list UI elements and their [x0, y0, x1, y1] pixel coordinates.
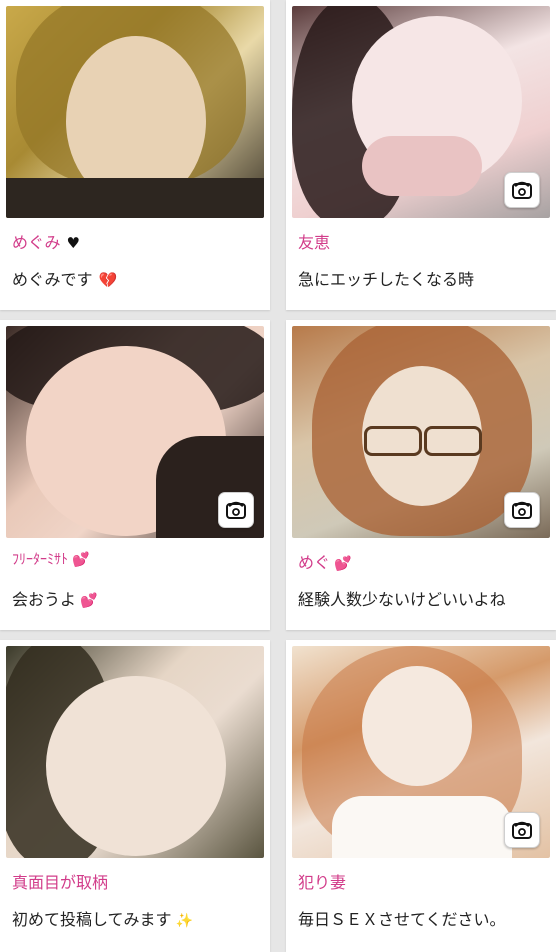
profile-name[interactable]: めぐみ ♥ [12, 229, 80, 253]
profile-message: 毎日ＳＥＸさせてください。 [298, 910, 506, 929]
phone-icon [512, 181, 532, 199]
profile-photo[interactable] [292, 646, 550, 858]
profile-name[interactable]: 犯り妻 [298, 869, 346, 893]
profile-photo[interactable] [292, 6, 550, 218]
heart-icon: ♥ [66, 234, 80, 252]
hearts-icon: 💕 [72, 552, 90, 568]
profile-name[interactable]: 真面目が取柄 [12, 869, 108, 893]
profile-message: 会おうよ 💕 [12, 590, 98, 609]
profile-name[interactable]: めぐ 💕 [298, 549, 351, 573]
profile-card[interactable]: 友恵 急にエッチしたくなる時 [286, 0, 556, 310]
profile-photo[interactable] [6, 646, 264, 858]
phone-icon [226, 501, 246, 519]
profile-message: 初めて投稿してみます ✨ [12, 910, 193, 929]
profile-card[interactable]: 真面目が取柄 初めて投稿してみます ✨ [0, 640, 270, 952]
phone-badge[interactable] [218, 492, 254, 528]
profile-name[interactable]: ﾌﾘｰﾀｰﾐｻﾄ 💕 [12, 549, 89, 569]
profile-card[interactable]: めぐみ ♥ めぐみです 💔 [0, 0, 270, 310]
profile-card[interactable]: 犯り妻 毎日ＳＥＸさせてください。 [286, 640, 556, 952]
profile-message: 急にエッチしたくなる時 [298, 270, 475, 289]
hearts-icon: 💕 [80, 593, 98, 609]
profile-message: 経験人数少ないけどいいよね [298, 590, 506, 609]
broken-heart-icon: 💔 [98, 271, 118, 289]
profile-name[interactable]: 友恵 [298, 229, 330, 253]
phone-badge[interactable] [504, 812, 540, 848]
profile-card[interactable]: めぐ 💕 経験人数少ないけどいいよね [286, 320, 556, 630]
profile-photo[interactable] [6, 6, 264, 218]
phone-badge[interactable] [504, 492, 540, 528]
profile-photo[interactable] [292, 326, 550, 538]
sparkle-icon: ✨ [175, 913, 193, 929]
hearts-icon: 💕 [334, 556, 352, 572]
profile-message: めぐみです 💔 [12, 270, 118, 289]
phone-badge[interactable] [504, 172, 540, 208]
phone-icon [512, 821, 532, 839]
profile-card[interactable]: ﾌﾘｰﾀｰﾐｻﾄ 💕 会おうよ 💕 [0, 320, 270, 630]
profile-grid: めぐみ ♥ めぐみです 💔 友恵 急にエッチしたくなる時 ﾌﾘｰﾀｰﾐｻﾄ 💕 … [0, 0, 556, 952]
phone-icon [512, 501, 532, 519]
profile-photo[interactable] [6, 326, 264, 538]
